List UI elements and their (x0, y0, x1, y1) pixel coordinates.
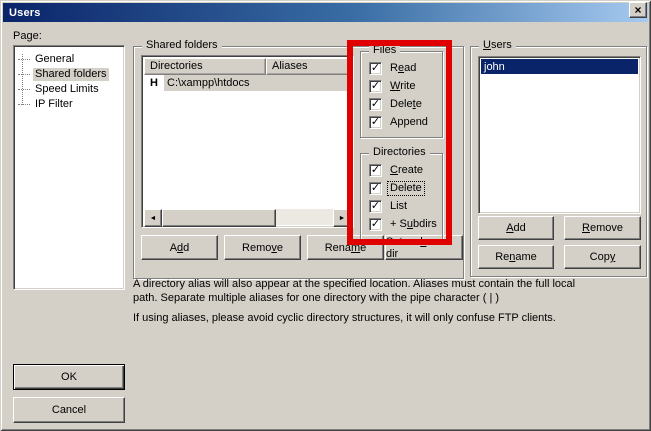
directory-path: C:\xampp\htdocs (164, 75, 351, 91)
column-header-directories[interactable]: Directories (144, 58, 266, 75)
remove-user-button[interactable]: Remove (564, 216, 641, 240)
tree-item-speed-limits[interactable]: Speed Limits (18, 82, 101, 97)
files-group-title: Files (369, 44, 400, 57)
page-label: Page: (13, 30, 42, 42)
check-icon: ✓ (371, 117, 380, 128)
cancel-button[interactable]: Cancel (13, 397, 125, 423)
home-flag: H (144, 77, 164, 89)
read-checkbox[interactable]: ✓ (369, 62, 382, 75)
users-list[interactable]: john (478, 56, 641, 214)
directory-row[interactable]: H C:\xampp\htdocs (144, 75, 351, 91)
list-checkbox[interactable]: ✓ (369, 200, 382, 213)
check-icon: ✓ (371, 81, 380, 92)
subdirs-checkbox[interactable]: ✓ (369, 218, 382, 231)
title-bar[interactable]: Users (3, 3, 648, 22)
check-icon: ✓ (371, 165, 380, 176)
check-icon: ✓ (371, 99, 380, 110)
check-icon: ✓ (371, 219, 380, 230)
copy-user-button[interactable]: Copy (564, 245, 641, 269)
check-icon: ✓ (371, 63, 380, 74)
create-checkbox[interactable]: ✓ (369, 164, 382, 177)
arrow-left-icon: ◄ (150, 215, 157, 222)
alias-help-line-1: A directory alias will also appear at th… (133, 277, 645, 291)
users-group-title: Users (479, 39, 516, 52)
ok-button[interactable]: OK (13, 364, 125, 390)
checkbox-row-write[interactable]: ✓ Write (369, 79, 417, 93)
tree-item-shared-folders[interactable]: Shared folders (18, 67, 109, 82)
directories-list[interactable]: Directories Aliases H C:\xampp\htdocs ◄ … (141, 55, 354, 228)
add-directory-button[interactable]: Add (141, 235, 218, 260)
checkbox-row-read[interactable]: ✓ Read (369, 61, 418, 75)
directories-group: Directories ✓ Create ✓ Delete ✓ List ✓ +… (360, 153, 443, 240)
page-tree[interactable]: General Shared folders Speed Limits IP F… (13, 45, 125, 290)
scroll-left-button[interactable]: ◄ (144, 209, 162, 227)
check-icon: ✓ (371, 183, 380, 194)
checkbox-row-list[interactable]: ✓ List (369, 199, 409, 213)
alias-help-text: A directory alias will also appear at th… (133, 277, 645, 325)
scroll-right-button[interactable]: ► (333, 209, 351, 227)
shared-folders-group-title: Shared folders (142, 39, 222, 52)
tree-connector (18, 104, 30, 106)
directories-group-title: Directories (369, 146, 430, 159)
alias-help-line-3: If using aliases, please avoid cyclic di… (133, 311, 645, 325)
tree-item-ip-filter[interactable]: IP Filter (18, 97, 75, 112)
delete-file-checkbox[interactable]: ✓ (369, 98, 382, 111)
rename-user-button[interactable]: Rename (478, 245, 554, 269)
scrollbar-thumb[interactable] (162, 209, 276, 227)
column-header-aliases[interactable]: Aliases (266, 58, 351, 75)
files-group: Files ✓ Read ✓ Write ✓ Delete ✓ Append (360, 51, 443, 138)
close-icon: × (634, 5, 641, 15)
user-row-john[interactable]: john (481, 59, 638, 74)
checkbox-row-delete-file[interactable]: ✓ Delete (369, 97, 424, 111)
checkbox-row-create[interactable]: ✓ Create (369, 163, 425, 177)
add-user-button[interactable]: Add (478, 216, 554, 240)
close-button[interactable]: × (629, 2, 647, 18)
checkbox-row-subdirs[interactable]: ✓ + Subdirs (369, 217, 439, 231)
scrollbar-track[interactable] (276, 209, 333, 225)
remove-directory-button[interactable]: Remove (224, 235, 301, 260)
check-icon: ✓ (371, 201, 380, 212)
tree-connector (18, 89, 30, 91)
arrow-right-icon: ► (339, 215, 346, 222)
tree-connector (18, 74, 30, 76)
checkbox-row-append[interactable]: ✓ Append (369, 115, 430, 129)
append-checkbox[interactable]: ✓ (369, 116, 382, 129)
write-checkbox[interactable]: ✓ (369, 80, 382, 93)
delete-dir-checkbox[interactable]: ✓ (369, 182, 382, 195)
users-group: Users john Add Remove Rename Copy (470, 46, 647, 277)
users-dialog: Users × Page: General Shared folders Spe… (0, 0, 651, 431)
checkbox-row-delete-dir[interactable]: ✓ Delete (369, 181, 424, 195)
horizontal-scrollbar[interactable]: ◄ ► (144, 209, 351, 225)
tree-item-general[interactable]: General (18, 52, 76, 67)
tree-connector (18, 59, 30, 61)
directories-list-header: Directories Aliases (144, 58, 351, 75)
alias-help-line-2: path. Separate multiple aliases for one … (133, 291, 645, 305)
window-title: Users (3, 7, 41, 19)
